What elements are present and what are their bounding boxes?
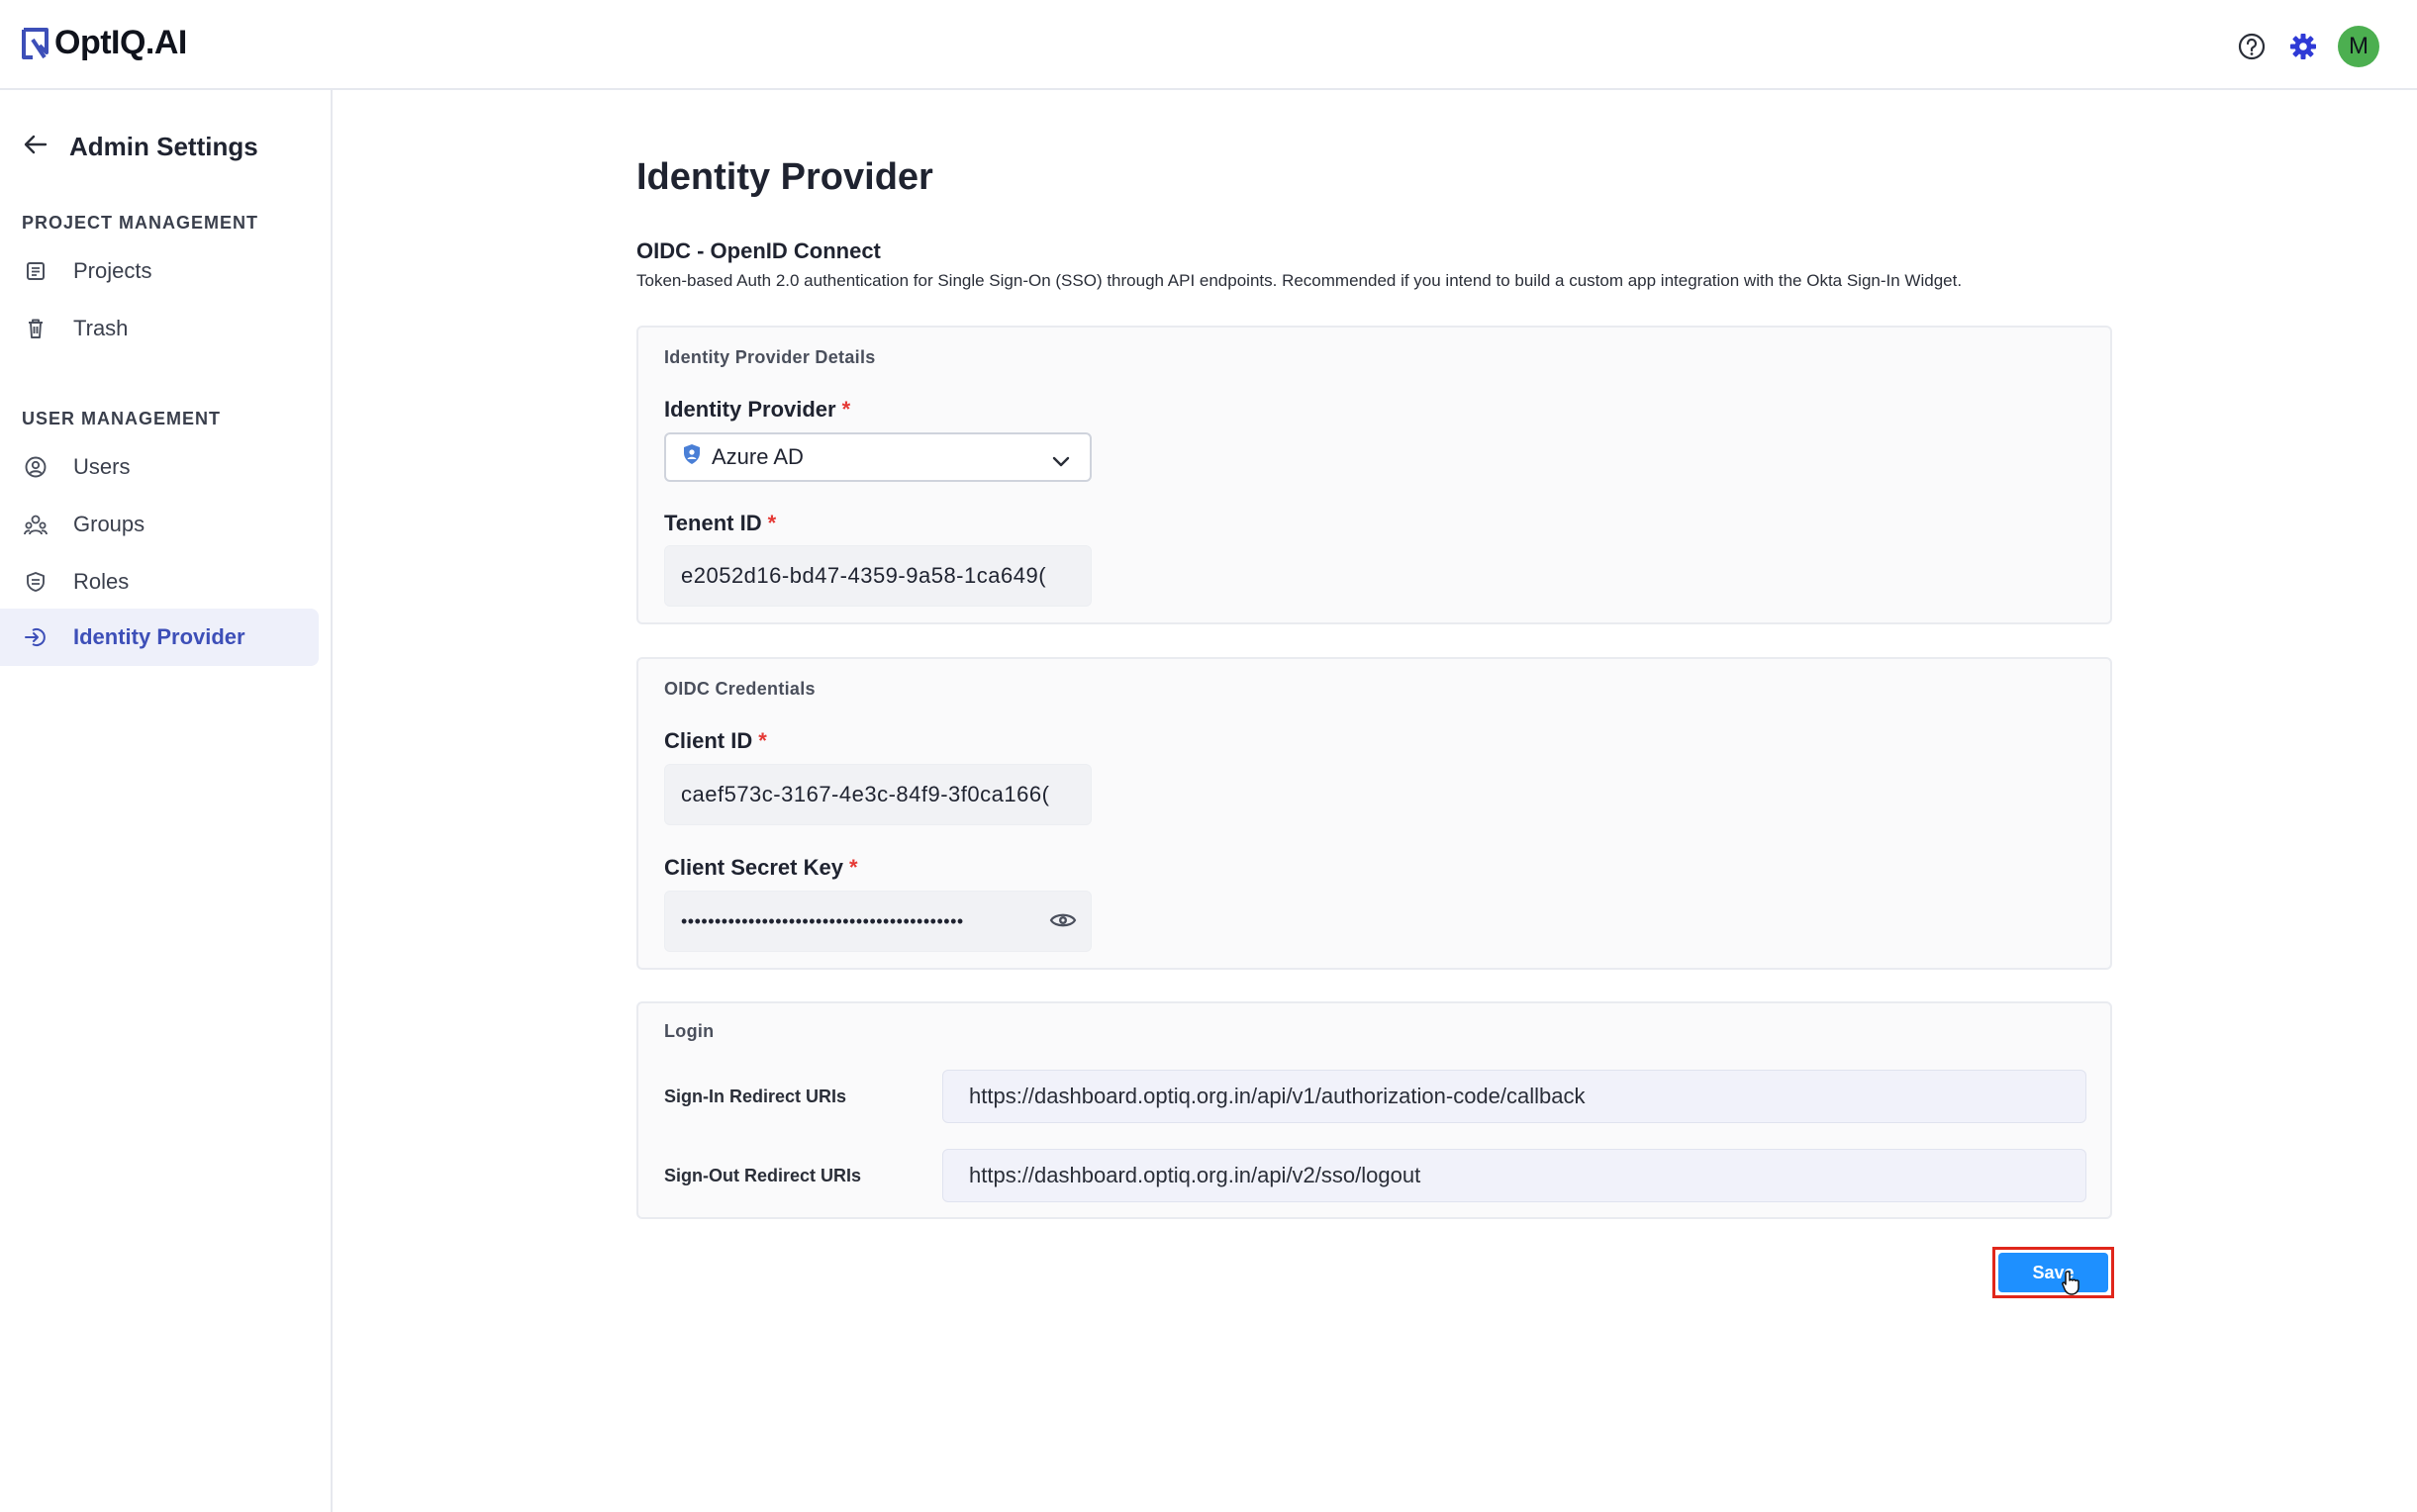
label-text: Identity Provider xyxy=(664,397,836,422)
chevron-down-icon xyxy=(1052,448,1070,474)
trash-icon xyxy=(24,317,48,340)
help-icon[interactable] xyxy=(2235,30,2269,63)
oidc-credentials-card: OIDC Credentials Client ID * caef573c-316… xyxy=(636,657,2112,970)
sign-in-redirect-uris-input[interactable]: https://dashboard.optiq.org.in/api/v1/au… xyxy=(942,1070,2086,1123)
arrow-left-icon xyxy=(24,135,48,159)
required-marker: * xyxy=(767,511,777,535)
groups-icon xyxy=(24,513,48,536)
sidebar-item-trash[interactable]: Trash xyxy=(0,300,319,357)
label-text: Client ID xyxy=(664,728,753,753)
identity-provider-label: Identity Provider * xyxy=(664,397,850,423)
save-button[interactable]: Save xyxy=(1998,1253,2108,1292)
tenant-id-input[interactable]: e2052d16-bd47-4359-9a58-1ca649( xyxy=(664,545,1092,607)
projects-icon xyxy=(24,259,48,283)
card-title: Login xyxy=(664,1021,715,1041)
top-actions: M xyxy=(2235,26,2379,67)
login-card: Login Sign-In Redirect URIs https://dash… xyxy=(636,1001,2112,1219)
page-title: Identity Provider xyxy=(636,156,933,198)
top-bar: OptIQ.AI M xyxy=(0,0,2417,90)
oidc-description: Token-based Auth 2.0 authentication for … xyxy=(636,271,1963,290)
app-logo[interactable]: OptIQ.AI xyxy=(21,24,187,62)
hand-cursor-icon xyxy=(2061,1270,2082,1300)
users-icon xyxy=(24,455,48,479)
sign-in-redirect-uris-label: Sign-In Redirect URIs xyxy=(664,1087,847,1106)
tenant-id-label: Tenent ID * xyxy=(664,511,776,536)
roles-icon xyxy=(24,570,48,594)
identity-provider-details-card: Identity Provider Details Identity Provi… xyxy=(636,326,2112,624)
sidebar-item-label: Projects xyxy=(73,258,152,283)
label-text: Tenent ID xyxy=(664,511,762,535)
azure-shield-icon xyxy=(682,443,702,471)
sidebar-item-label: Roles xyxy=(73,569,130,594)
sign-out-redirect-uris-input[interactable]: https://dashboard.optiq.org.in/api/v2/ss… xyxy=(942,1149,2086,1202)
sidebar-title: Admin Settings xyxy=(69,132,258,161)
masked-secret: ••••••••••••••••••••••••••••••••••••••••… xyxy=(681,910,964,931)
sidebar-item-label: Trash xyxy=(73,316,129,340)
logo-text: OptIQ.AI xyxy=(54,24,187,61)
sidebar-item-label: Users xyxy=(73,454,131,479)
sidebar-item-projects[interactable]: Projects xyxy=(0,242,319,300)
user-avatar[interactable]: M xyxy=(2338,26,2379,67)
sidebar: Admin Settings PROJECT MANAGEMENT Projec… xyxy=(0,90,333,1512)
settings-gear-icon[interactable] xyxy=(2286,30,2320,63)
card-title: Identity Provider Details xyxy=(664,347,876,367)
sidebar-item-groups[interactable]: Groups xyxy=(0,496,319,553)
identity-provider-icon xyxy=(24,625,48,649)
client-id-label: Client ID * xyxy=(664,728,767,754)
required-marker: * xyxy=(841,397,851,422)
client-id-input[interactable]: caef573c-3167-4e3c-84f9-3f0ca166( xyxy=(664,764,1092,825)
back-to-admin-settings[interactable]: Admin Settings xyxy=(24,132,258,162)
sidebar-item-label: Identity Provider xyxy=(73,624,245,649)
client-secret-key-input[interactable]: ••••••••••••••••••••••••••••••••••••••••… xyxy=(664,891,1092,952)
sidebar-item-roles[interactable]: Roles xyxy=(0,553,319,611)
identity-provider-select[interactable]: Azure AD xyxy=(664,432,1092,482)
sidebar-item-users[interactable]: Users xyxy=(0,438,319,496)
label-text: Client Secret Key xyxy=(664,855,843,880)
logo-mark-icon xyxy=(21,27,50,60)
sidebar-item-identity-provider[interactable]: Identity Provider xyxy=(0,609,319,666)
card-title: OIDC Credentials xyxy=(664,679,816,699)
sidebar-item-label: Groups xyxy=(73,512,145,536)
required-marker: * xyxy=(848,855,858,880)
client-secret-key-label: Client Secret Key * xyxy=(664,855,858,881)
required-marker: * xyxy=(758,728,767,753)
eye-icon[interactable] xyxy=(1049,909,1077,937)
save-button-highlight: Save xyxy=(1992,1247,2114,1298)
section-label-user-management: USER MANAGEMENT xyxy=(22,409,222,428)
oidc-title: OIDC - OpenID Connect xyxy=(636,238,881,263)
section-label-project-management: PROJECT MANAGEMENT xyxy=(22,213,259,233)
select-value: Azure AD xyxy=(712,444,804,469)
sign-out-redirect-uris-label: Sign-Out Redirect URIs xyxy=(664,1166,862,1185)
